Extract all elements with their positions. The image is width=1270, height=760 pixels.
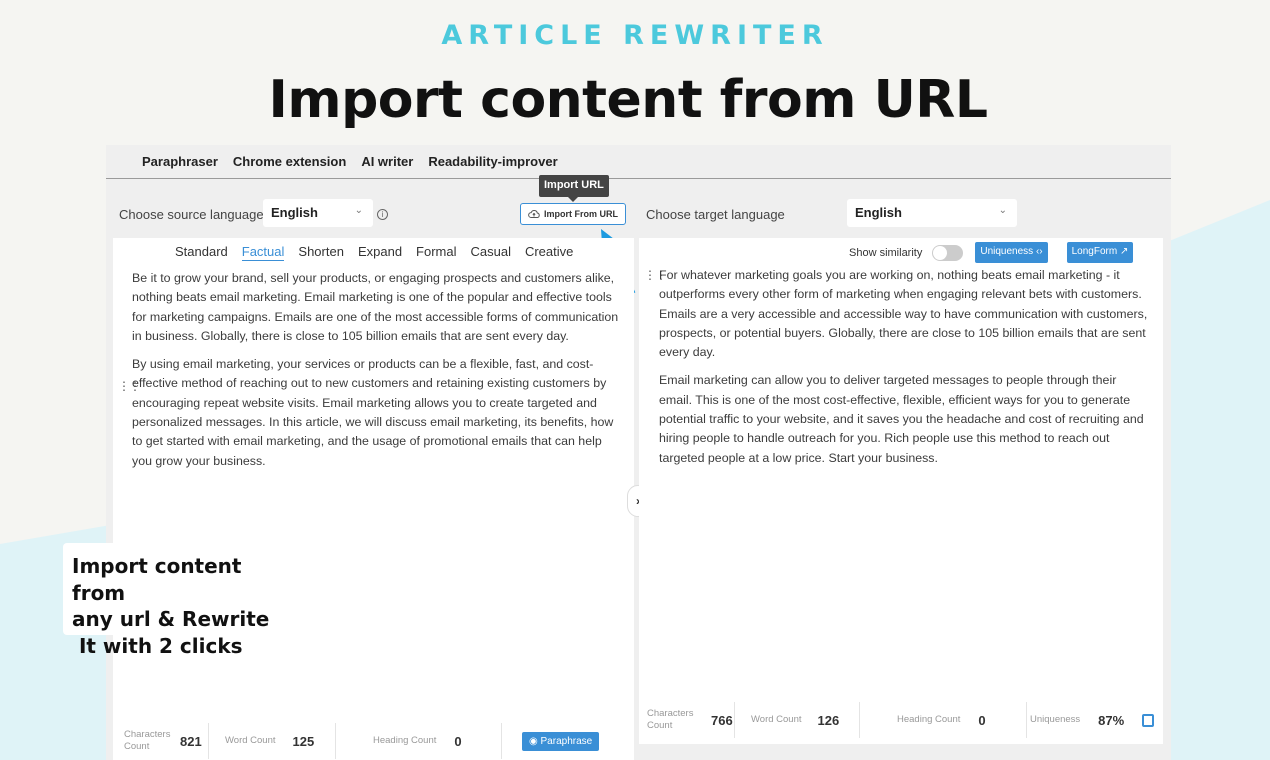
target-language-select[interactable]: English ⌄ — [847, 199, 1017, 227]
words-count: 126 — [817, 712, 840, 728]
tab-standard[interactable]: Standard — [175, 244, 228, 261]
output-paragraph: For whatever marketing goals you are wor… — [659, 268, 1148, 360]
chars-count: 766 — [711, 712, 733, 728]
heading-count: 0 — [454, 733, 462, 749]
callout-box: Import content from any url & Rewrite It… — [63, 543, 303, 658]
uniqueness-label: Uniqueness — [1030, 714, 1081, 725]
top-nav: Paraphraser Chrome extension AI writer R… — [106, 145, 1171, 179]
tab-factual[interactable]: Factual — [241, 244, 285, 261]
hero-title: Import content from URL — [268, 70, 988, 130]
similarity-toggle[interactable] — [932, 244, 964, 261]
source-language-value: English — [271, 205, 318, 220]
callout-line: It with 2 clicks — [72, 633, 243, 658]
uniqueness-value: 87% — [1098, 712, 1125, 728]
mode-tabs: Standard Factual Shorten Expand Formal C… — [175, 244, 573, 261]
output-toolbar: Show similarity Uniqueness ‹› LongForm ↗ — [849, 242, 1134, 263]
words-label: Word Count — [751, 714, 802, 725]
info-icon[interactable]: i — [377, 209, 388, 220]
heading-count: 0 — [978, 712, 986, 728]
tab-creative[interactable]: Creative — [525, 244, 573, 261]
source-language-select[interactable]: English ⌄ — [263, 199, 373, 227]
callout-line: Import content from — [72, 554, 242, 605]
tab-shorten[interactable]: Shorten — [298, 244, 344, 261]
words-label: Word Count — [225, 735, 276, 746]
chars-label: Characters Count — [124, 729, 171, 752]
longform-button[interactable]: LongForm ↗ — [1066, 242, 1134, 263]
tab-formal[interactable]: Formal — [416, 244, 456, 261]
callout-line: any url & Rewrite — [72, 607, 270, 631]
eyebrow-label: ARTICLE REWRITER — [441, 20, 829, 51]
cloud-upload-icon — [528, 210, 540, 218]
tab-casual[interactable]: Casual — [471, 244, 511, 261]
output-panel: Show similarity Uniqueness ‹› LongForm ↗… — [639, 238, 1163, 744]
output-stats: Characters Count 766 Word Count 126 Head… — [642, 702, 1155, 738]
app-window: Paraphraser Chrome extension AI writer R… — [106, 145, 1171, 760]
nav-item-paraphraser[interactable]: Paraphraser — [142, 154, 218, 169]
paraphrase-button[interactable]: ◉ Paraphrase — [522, 731, 600, 751]
target-language-value: English — [855, 205, 902, 220]
chevron-down-icon: ⌄ — [998, 205, 1007, 216]
import-button-label: Import From URL — [544, 209, 618, 219]
longform-button-label: LongForm — [1071, 246, 1118, 257]
source-paragraph: Be it to grow your brand, sell your prod… — [132, 271, 619, 343]
nav-item-readability-improver[interactable]: Readability-improver — [428, 154, 557, 169]
import-url-tooltip: Import URL — [539, 175, 609, 202]
source-stats: Characters Count 821 Word Count 125 Head… — [117, 723, 600, 759]
source-text[interactable]: Be it to grow your brand, sell your prod… — [132, 269, 622, 471]
words-count: 125 — [292, 733, 315, 749]
uniqueness-button[interactable]: Uniqueness ‹› — [975, 242, 1048, 263]
heading-label: Heading Count — [897, 714, 961, 725]
show-similarity-label: Show similarity — [849, 246, 923, 259]
chars-count: 821 — [180, 733, 202, 749]
target-language-label: Choose target language — [646, 207, 785, 222]
nav-item-chrome-extension[interactable]: Chrome extension — [233, 154, 346, 169]
import-from-url-button[interactable]: Import From URL — [520, 203, 626, 225]
copy-icon[interactable] — [1142, 713, 1155, 727]
source-paragraph: By using email marketing, your services … — [132, 357, 614, 468]
output-paragraph: Email marketing can allow you to deliver… — [659, 373, 1144, 465]
output-text[interactable]: For whatever marketing goals you are wor… — [659, 266, 1151, 468]
paraphrase-label: Paraphrase — [540, 735, 593, 747]
source-language-label: Choose source language — [119, 207, 264, 222]
background-band-right — [1160, 200, 1270, 760]
source-panel: Standard Factual Shorten Expand Formal C… — [113, 238, 634, 760]
uniqueness-button-label: Uniqueness — [980, 246, 1034, 257]
heading-label: Heading Count — [373, 735, 437, 746]
tab-expand[interactable]: Expand — [358, 244, 402, 261]
chars-label: Characters Count — [647, 708, 694, 731]
nav-item-ai-writer[interactable]: AI writer — [361, 154, 413, 169]
chevron-down-icon: ⌄ — [354, 205, 363, 216]
